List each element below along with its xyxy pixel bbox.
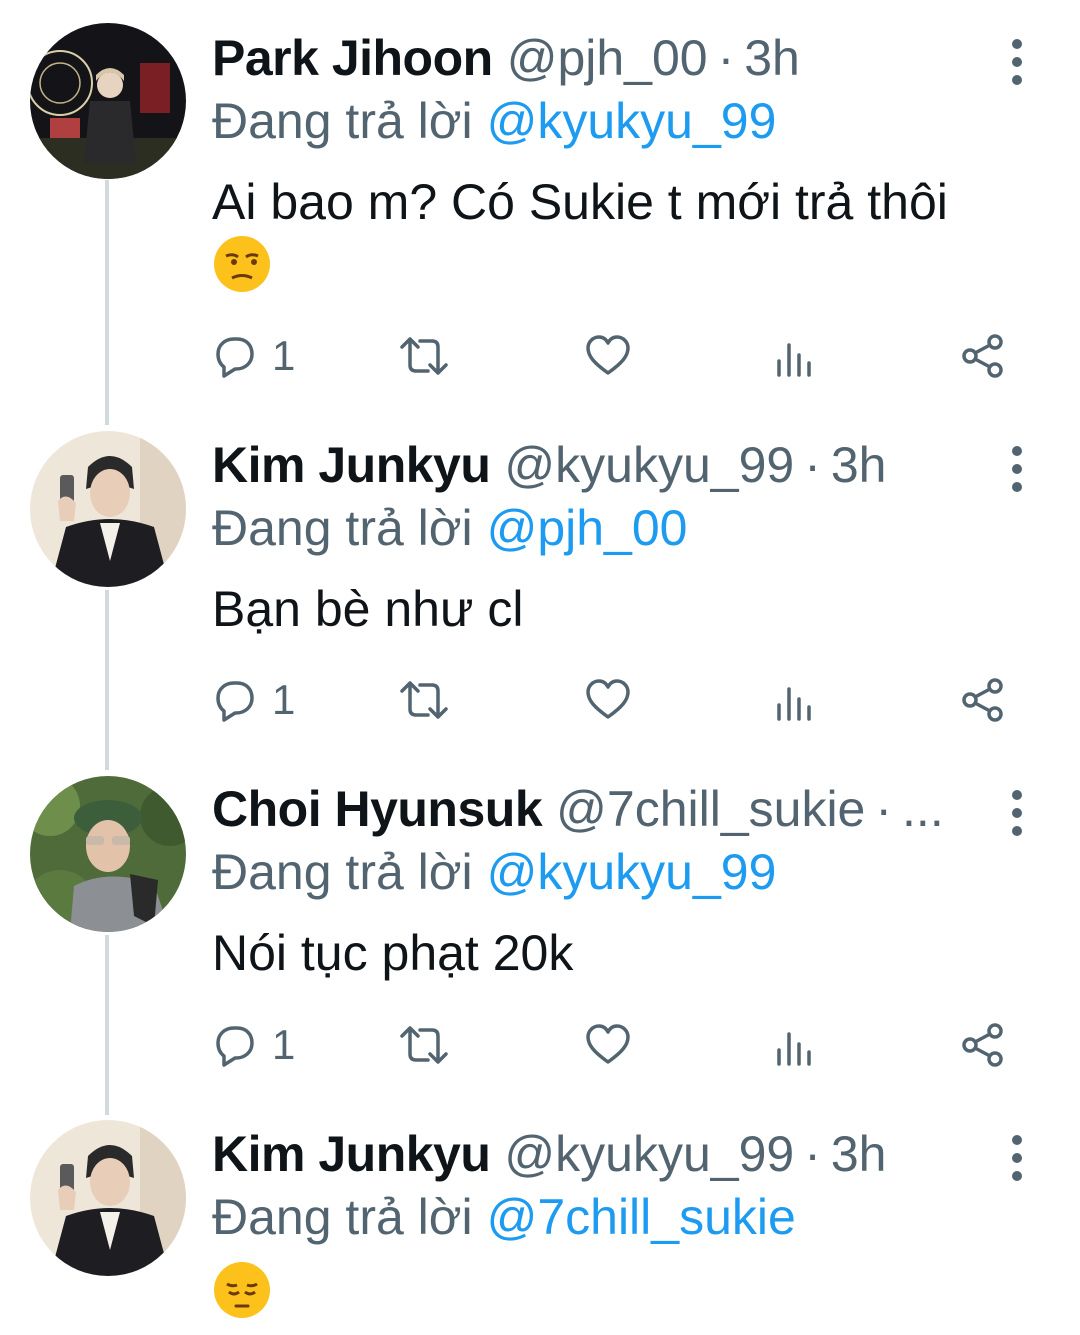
share-icon xyxy=(962,334,1003,378)
tweet[interactable]: Kim Junkyu @kyukyu_99 · 3h Đang trả lời … xyxy=(0,1120,1080,1329)
analytics-button[interactable] xyxy=(774,670,814,730)
tweet[interactable]: Park Jihoon @pjh_00 · 3h Đang trả lời @k… xyxy=(0,23,1080,408)
timestamp[interactable]: ... xyxy=(902,780,944,838)
avatar[interactable] xyxy=(30,776,186,932)
retweet-icon xyxy=(400,337,448,375)
tweet[interactable]: Kim Junkyu @kyukyu_99 · 3h Đang trả lời … xyxy=(0,431,1080,735)
more-options-icon[interactable] xyxy=(1000,785,1034,841)
tweet-text: Bạn bè như cl xyxy=(212,577,1032,641)
replying-label: Đang trả lời xyxy=(212,500,473,556)
analytics-icon xyxy=(777,687,811,721)
avatar-mirror-selfie-image xyxy=(30,431,186,587)
tweet[interactable]: Choi Hyunsuk @7chill_sukie · ... Đang tr… xyxy=(0,776,1080,1079)
author-handle[interactable]: @kyukyu_99 xyxy=(504,436,794,494)
author-handle[interactable]: @7chill_sukie xyxy=(556,780,865,838)
avatar-green-beret-image xyxy=(30,776,186,932)
separator-dot: · xyxy=(717,30,735,86)
author-name[interactable]: Kim Junkyu xyxy=(212,1125,491,1183)
retweet-button[interactable] xyxy=(398,670,450,730)
author-handle[interactable]: @kyukyu_99 xyxy=(504,1125,794,1183)
tweet-actions: 1 xyxy=(212,326,1012,386)
replying-label: Đang trả lời xyxy=(212,1189,473,1245)
reply-icon xyxy=(216,337,254,378)
reply-button[interactable]: 1 xyxy=(212,670,295,730)
tweet-actions: 1 xyxy=(212,670,1012,730)
replying-to: Đang trả lời @kyukyu_99 xyxy=(212,92,776,150)
more-options-icon[interactable] xyxy=(1000,441,1034,497)
mention-link[interactable]: @kyukyu_99 xyxy=(487,93,777,149)
like-button[interactable] xyxy=(584,1015,632,1075)
reply-button[interactable]: 1 xyxy=(212,326,295,386)
unamused-face-emoji xyxy=(212,234,272,309)
mention-link[interactable]: @pjh_00 xyxy=(487,500,688,556)
avatar[interactable] xyxy=(30,1120,186,1276)
heart-icon xyxy=(586,335,630,375)
like-button[interactable] xyxy=(584,670,632,730)
avatar[interactable] xyxy=(30,23,186,179)
author-name[interactable]: Choi Hyunsuk xyxy=(212,780,543,838)
separator-dot: · xyxy=(804,1126,821,1182)
more-options-icon[interactable] xyxy=(1000,34,1034,90)
replying-to: Đang trả lời @kyukyu_99 xyxy=(212,843,776,901)
share-icon xyxy=(962,1023,1003,1067)
separator-dot: · xyxy=(875,781,893,837)
pensive-face-emoji xyxy=(212,1260,272,1335)
tweet-actions: 1 xyxy=(212,1015,1012,1075)
avatar-mirror-selfie-image xyxy=(30,1120,186,1276)
like-button[interactable] xyxy=(584,326,632,386)
timestamp[interactable]: 3h xyxy=(831,1125,887,1183)
separator-dot: · xyxy=(804,437,821,493)
mention-link[interactable]: @kyukyu_99 xyxy=(487,844,777,900)
reply-count: 1 xyxy=(272,332,296,379)
replying-to: Đang trả lời @pjh_00 xyxy=(212,499,687,557)
author-handle[interactable]: @pjh_00 xyxy=(507,29,708,87)
reply-icon xyxy=(216,1026,254,1067)
author-name[interactable]: Kim Junkyu xyxy=(212,436,491,494)
retweet-icon xyxy=(400,1026,448,1064)
retweet-button[interactable] xyxy=(398,326,450,386)
reply-count: 1 xyxy=(272,676,296,723)
share-button[interactable] xyxy=(960,670,1006,730)
reply-button[interactable]: 1 xyxy=(212,1015,295,1075)
share-button[interactable] xyxy=(960,1015,1006,1075)
more-options-icon[interactable] xyxy=(1000,1130,1034,1186)
tweet-text xyxy=(212,1260,1032,1335)
mention-link[interactable]: @7chill_sukie xyxy=(487,1189,796,1245)
tweet-text-content: Ai bao m? Có Sukie t mới trả thôi xyxy=(212,174,948,230)
share-button[interactable] xyxy=(960,326,1006,386)
tweet-text: Nói tục phạt 20k xyxy=(212,921,1032,985)
analytics-button[interactable] xyxy=(774,1015,814,1075)
replying-label: Đang trả lời xyxy=(212,844,473,900)
retweet-button[interactable] xyxy=(398,1015,450,1075)
tweet-text: Ai bao m? Có Sukie t mới trả thôi xyxy=(212,170,1032,309)
timestamp[interactable]: 3h xyxy=(831,436,887,494)
analytics-icon xyxy=(777,343,811,377)
share-icon xyxy=(962,678,1003,722)
heart-icon xyxy=(586,1024,630,1064)
analytics-icon xyxy=(777,1032,811,1066)
author-name[interactable]: Park Jihoon xyxy=(212,29,493,87)
heart-icon xyxy=(586,679,630,719)
replying-label: Đang trả lời xyxy=(212,93,473,149)
avatar-night-fair-image xyxy=(30,23,186,179)
tweet-text-content: Bạn bè như cl xyxy=(212,581,524,637)
tweet-text-content: Nói tục phạt 20k xyxy=(212,925,574,981)
avatar[interactable] xyxy=(30,431,186,587)
timestamp[interactable]: 3h xyxy=(744,29,800,87)
reply-icon xyxy=(216,681,254,722)
replying-to: Đang trả lời @7chill_sukie xyxy=(212,1188,796,1246)
analytics-button[interactable] xyxy=(774,326,814,386)
reply-count: 1 xyxy=(272,1021,296,1068)
retweet-icon xyxy=(400,681,448,719)
